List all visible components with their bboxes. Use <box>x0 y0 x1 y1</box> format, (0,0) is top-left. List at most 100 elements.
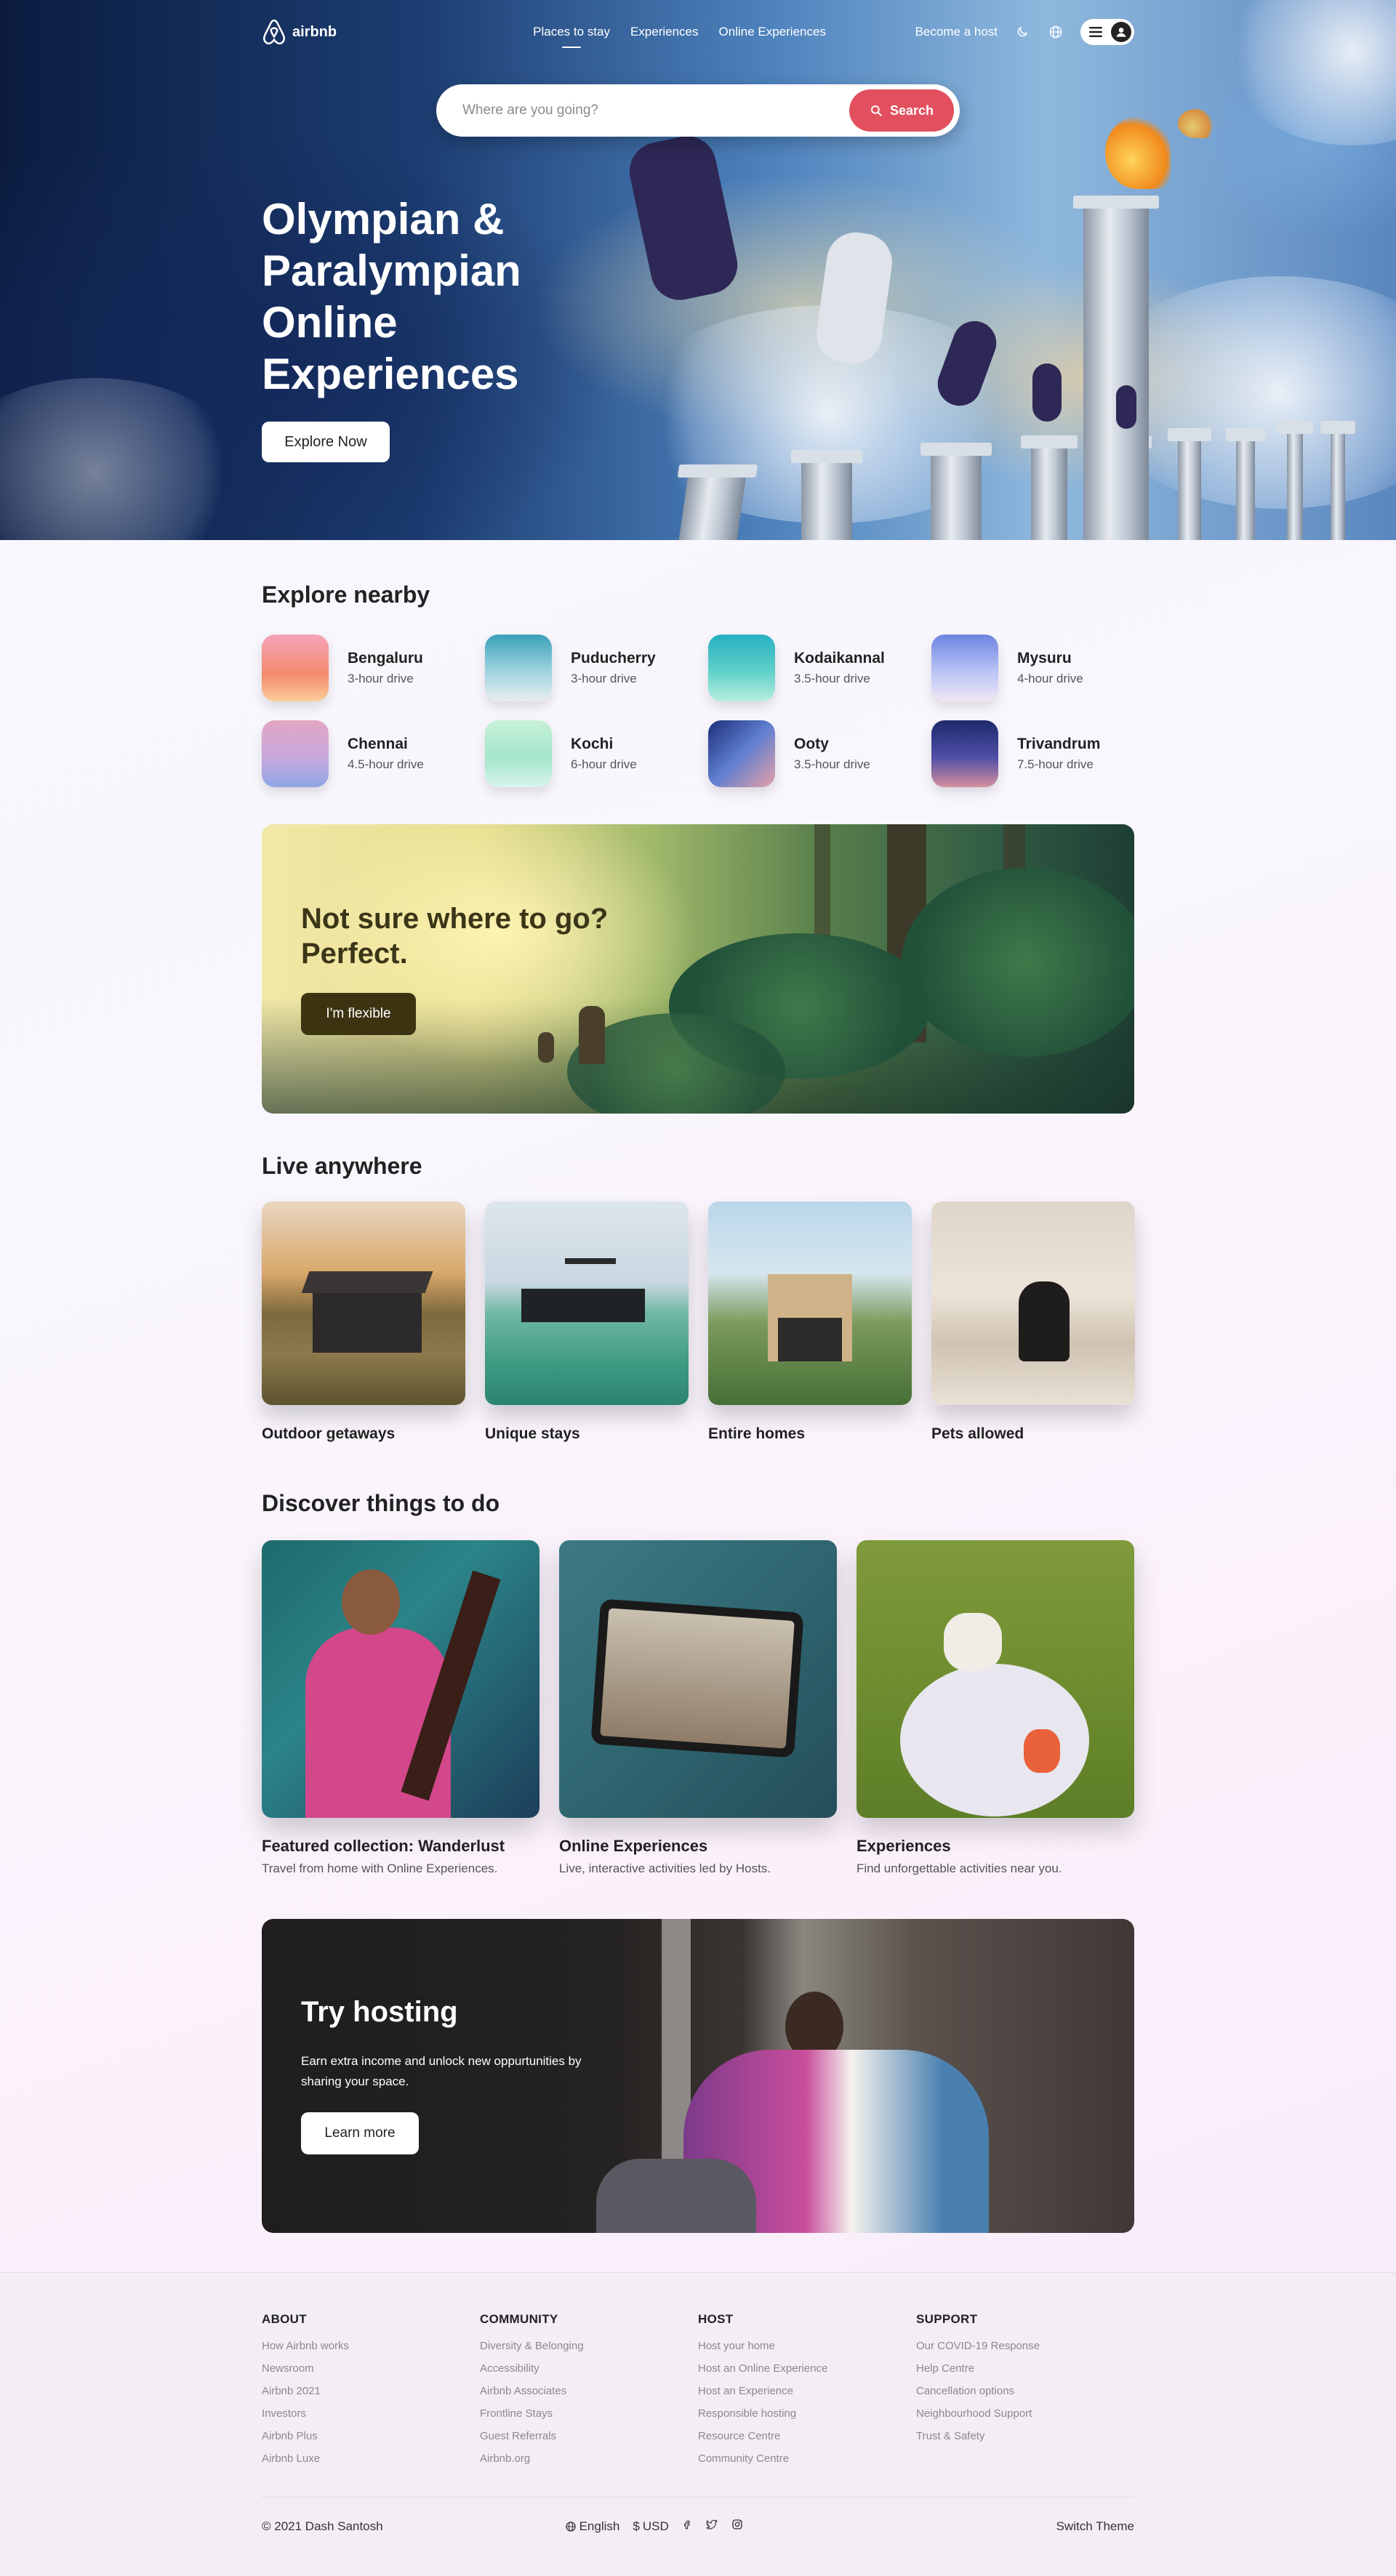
search-button[interactable]: Search <box>849 89 954 132</box>
nearby-item[interactable]: Ooty 3.5-hour drive <box>708 720 931 787</box>
nearby-item[interactable]: Mysuru 4-hour drive <box>931 635 1155 701</box>
live-anywhere-grid: Outdoor getaways Unique stays Entire hom… <box>262 1202 1135 1443</box>
brand-logo[interactable]: airbnb <box>262 19 337 45</box>
im-flexible-button[interactable]: I'm flexible <box>301 993 416 1035</box>
discover-grid: Featured collection: Wanderlust Travel f… <box>262 1540 1134 1876</box>
search-input[interactable] <box>462 102 849 118</box>
footer-link[interactable]: Airbnb Luxe <box>262 2452 480 2465</box>
globe-icon[interactable] <box>1047 23 1064 41</box>
nearby-item[interactable]: Puducherry 3-hour drive <box>485 635 708 701</box>
footer-column-community: COMMUNITY Diversity & Belonging Accessib… <box>480 2312 698 2475</box>
foliage-decoration <box>902 868 1134 1057</box>
discover-card-experiences[interactable]: Experiences Find unforgettable activitie… <box>857 1540 1134 1876</box>
footer-link[interactable]: Newsroom <box>262 2362 480 2375</box>
city-name: Ooty <box>794 736 829 752</box>
search-button-label: Search <box>889 102 934 118</box>
footer-link[interactable]: Airbnb.org <box>480 2452 698 2465</box>
footer-link[interactable]: Diversity & Belonging <box>480 2340 698 2352</box>
footer-column-title: COMMUNITY <box>480 2312 558 2326</box>
live-card-label: Entire homes <box>708 1425 806 1442</box>
athlete-figure <box>1032 363 1062 422</box>
explore-now-button[interactable]: Explore Now <box>262 422 390 462</box>
nearby-item[interactable]: Chennai 4.5-hour drive <box>262 720 485 787</box>
city-distance: 3-hour drive <box>348 672 414 685</box>
face-decoration <box>342 1569 400 1635</box>
roof-decoration <box>301 1271 433 1293</box>
footer-link[interactable]: Host an Experience <box>698 2385 916 2397</box>
footer-link[interactable]: Airbnb 2021 <box>262 2385 480 2397</box>
city-thumbnail <box>262 635 329 701</box>
city-thumbnail <box>931 635 998 701</box>
nearby-item[interactable]: Kochi 6-hour drive <box>485 720 708 787</box>
footer-link[interactable]: Help Centre <box>916 2362 1134 2375</box>
section-title: Discover things to do <box>262 1490 500 1516</box>
nearby-item[interactable]: Trivandrum 7.5-hour drive <box>931 720 1155 787</box>
pillar-decoration <box>1277 421 1313 540</box>
live-card-label: Pets allowed <box>931 1425 1024 1442</box>
pillar-decoration <box>920 443 992 540</box>
child-figure <box>538 1032 554 1063</box>
pillar-decoration <box>678 475 747 540</box>
learn-more-button[interactable]: Learn more <box>301 2112 419 2154</box>
footer-link[interactable]: Responsible hosting <box>698 2407 916 2420</box>
live-card-unique-stays[interactable]: Unique stays <box>485 1202 689 1443</box>
moon-icon[interactable] <box>1014 23 1031 41</box>
footer-link[interactable]: Investors <box>262 2407 480 2420</box>
hero-title: Olympian & Paralympian Online Experience… <box>262 195 521 398</box>
instagram-icon[interactable] <box>731 2519 743 2534</box>
discover-card-wanderlust[interactable]: Featured collection: Wanderlust Travel f… <box>262 1540 539 1876</box>
nav-experiences[interactable]: Experiences <box>630 25 699 39</box>
menu-icon <box>1089 27 1102 37</box>
language-selector[interactable]: English <box>565 2519 619 2534</box>
copyright-text: © 2021 Dash Santosh <box>262 2519 383 2533</box>
athlete-figure <box>1116 385 1136 429</box>
facebook-icon[interactable] <box>682 2519 692 2534</box>
footer-column-title: SUPPORT <box>916 2312 978 2326</box>
live-card-outdoor-getaways[interactable]: Outdoor getaways <box>262 1202 465 1443</box>
house-decoration <box>313 1287 422 1353</box>
live-card-pets-allowed[interactable]: Pets allowed <box>931 1202 1135 1443</box>
twitter-icon[interactable] <box>705 2519 718 2534</box>
footer-link[interactable]: Resource Centre <box>698 2430 916 2442</box>
footer-link[interactable]: Host your home <box>698 2340 916 2352</box>
footer-link[interactable]: Our COVID-19 Response <box>916 2340 1134 2352</box>
flexible-title: Not sure where to go? Perfect. <box>301 903 609 970</box>
nearby-item[interactable]: Kodaikannal 3.5-hour drive <box>708 635 931 701</box>
footer-link[interactable]: Frontline Stays <box>480 2407 698 2420</box>
athlete-figure <box>624 130 743 306</box>
footer-link[interactable]: How Airbnb works <box>262 2340 480 2352</box>
footer-link[interactable]: Guest Referrals <box>480 2430 698 2442</box>
search-bar: Search <box>436 84 960 137</box>
live-card-entire-homes[interactable]: Entire homes <box>708 1202 912 1443</box>
sheep-decoration <box>944 1613 1002 1671</box>
city-name: Puducherry <box>571 650 656 667</box>
city-thumbnail <box>931 720 998 787</box>
footer-link[interactable]: Cancellation options <box>916 2385 1134 2397</box>
discover-card-subtitle: Find unforgettable activities near you. <box>857 1861 1062 1875</box>
airbnb-logo-icon <box>262 19 286 45</box>
city-thumbnail <box>708 720 775 787</box>
teapot-decoration <box>1024 1729 1060 1773</box>
try-hosting-banner: Try hosting Earn extra income and unlock… <box>262 1919 1134 2233</box>
become-host-link[interactable]: Become a host <box>915 25 998 39</box>
city-name: Kodaikannal <box>794 650 885 667</box>
footer-link[interactable]: Accessibility <box>480 2362 698 2375</box>
nav-places-to-stay[interactable]: Places to stay <box>533 25 610 48</box>
live-card-image <box>708 1202 912 1405</box>
footer-link[interactable]: Host an Online Experience <box>698 2362 916 2375</box>
discover-card-online-experiences[interactable]: Online Experiences Live, interactive act… <box>559 1540 837 1876</box>
dollar-icon: $ <box>633 2519 640 2533</box>
footer-link[interactable]: Airbnb Associates <box>480 2385 698 2397</box>
footer-link[interactable]: Trust & Safety <box>916 2430 1134 2442</box>
footer-link[interactable]: Community Centre <box>698 2452 916 2465</box>
currency-selector[interactable]: $ USD <box>633 2519 668 2534</box>
footer-link[interactable]: Neighbourhood Support <box>916 2407 1134 2420</box>
switch-theme-link[interactable]: Switch Theme <box>1056 2519 1134 2534</box>
live-card-image <box>485 1202 689 1405</box>
footer-columns: ABOUT How Airbnb works Newsroom Airbnb 2… <box>262 2312 1134 2475</box>
nav-online-experiences[interactable]: Online Experiences <box>719 25 826 39</box>
footer-link[interactable]: Airbnb Plus <box>262 2430 480 2442</box>
discover-card-title: Online Experiences <box>559 1837 708 1855</box>
profile-menu-button[interactable] <box>1080 19 1134 45</box>
nearby-item[interactable]: Bengaluru 3-hour drive <box>262 635 485 701</box>
